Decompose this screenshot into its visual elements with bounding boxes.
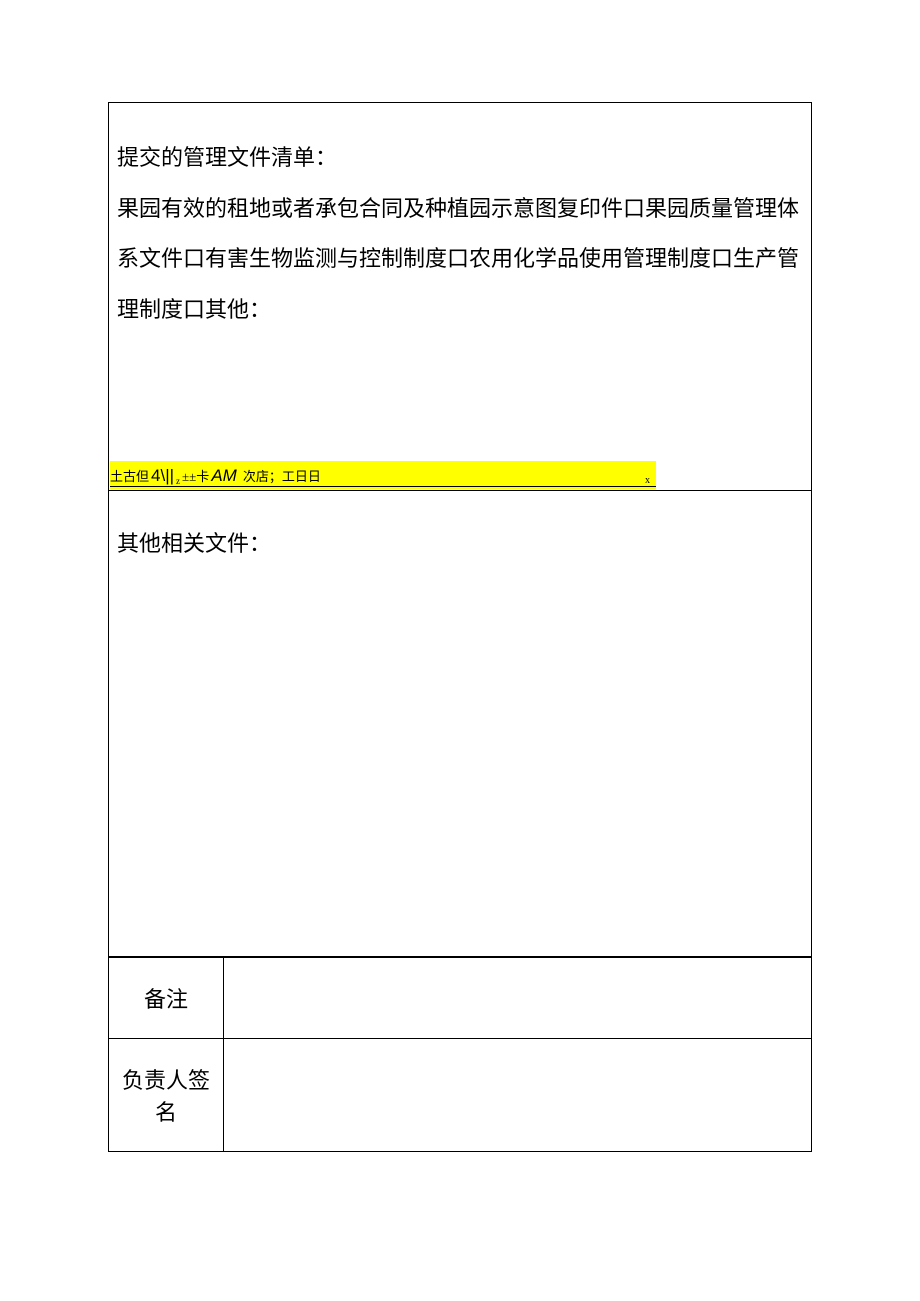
signature-row: 负责人签名 [109, 1039, 812, 1152]
highlight-left: 土古但 4\|| z ±±卡 AM 次店；工日日 [110, 466, 321, 486]
highlight-cn: 次店；工日日 [243, 466, 321, 485]
section-1-cell: 提交的管理文件清单： 果园有效的租地或者承包合同及种植园示意图复印件口果园质量管… [109, 103, 812, 491]
highlight-prefix: 土古但 [110, 466, 149, 485]
section-2-title: 其他相关文件： [117, 519, 803, 570]
highlight-mid: ±±卡 [182, 466, 209, 485]
bottom-table: 备注 负责人签名 [108, 957, 812, 1152]
remark-value [224, 958, 812, 1039]
highlight-sub: z [176, 476, 180, 486]
highlight-am: AM [211, 466, 237, 486]
signature-label: 负责人签名 [109, 1039, 224, 1152]
highlight-bar: 土古但 4\|| z ±±卡 AM 次店；工日日 x [110, 461, 656, 489]
remark-label: 备注 [109, 958, 224, 1039]
section-2-cell: 土古但 4\|| z ±±卡 AM 次店；工日日 x 其他相关文件： [109, 491, 812, 957]
section-2-row: 土古但 4\|| z ±±卡 AM 次店；工日日 x 其他相关文件： [109, 491, 812, 957]
highlight-big1: 4\|| [151, 466, 174, 486]
highlight-content: 土古但 4\|| z ±±卡 AM 次店；工日日 x [110, 466, 656, 487]
section-1-row: 提交的管理文件清单： 果园有效的租地或者承包合同及种植园示意图复印件口果园质量管… [109, 103, 812, 491]
signature-value [224, 1039, 812, 1152]
document-table: 提交的管理文件清单： 果园有效的租地或者承包合同及种植园示意图复印件口果园质量管… [108, 102, 812, 957]
section-1-title: 提交的管理文件清单： [117, 133, 803, 184]
highlight-right: x [645, 475, 650, 486]
remark-row: 备注 [109, 958, 812, 1039]
section-1-body: 果园有效的租地或者承包合同及种植园示意图复印件口果园质量管理体系文件口有害生物监… [117, 184, 803, 336]
